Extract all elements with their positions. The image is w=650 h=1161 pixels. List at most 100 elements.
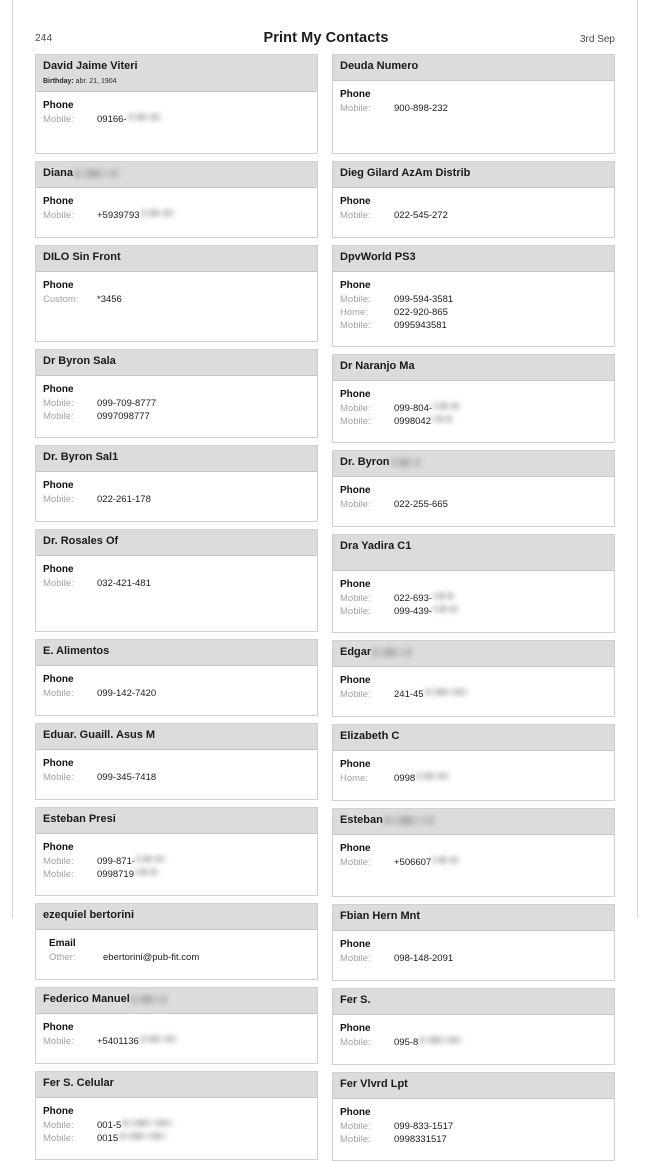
contact-card-header: Dr. Byron Sal1 [36, 446, 317, 472]
contact-card-header: Dr. Byron [333, 451, 614, 477]
contact-section-title: Phone [340, 485, 371, 496]
contact-section-title: Phone [340, 89, 371, 100]
contact-entry-value: 099-439- [394, 606, 433, 617]
contact-entry-value: 0998719 [97, 869, 134, 880]
contact-entry-value: 0997098777 [97, 411, 150, 422]
contact-name: Dr Byron Sala [43, 355, 116, 368]
redacted-value-text [127, 112, 162, 121]
contact-card[interactable]: Edgar Phone Mobile: 241-45 [332, 640, 615, 717]
contact-card[interactable]: ezequiel bertorini Email Other: ebertorini@… [35, 903, 318, 980]
contact-card-body: Phone Custom: *3456 [36, 272, 317, 341]
redacted-value-text [119, 1131, 168, 1140]
contact-entry-label: Mobile: [43, 578, 74, 589]
contact-card[interactable]: Dra Yadira C1 Phone Mobile: 022-693- Mobile:… [332, 534, 615, 633]
contact-card[interactable]: Dr. Byron Phone Mobile: 022-255-665 [332, 450, 615, 527]
contact-card-body: Phone Mobile: 099-871- Mobile: 0998719 [36, 834, 317, 895]
contact-card-header: E. Alimentos [36, 640, 317, 666]
contact-name: Eduar. Guaill. Asus M [43, 729, 156, 742]
redacted-value-text [134, 867, 159, 876]
contact-entry-label: Mobile: [340, 1134, 371, 1145]
birthday-label: Birthday: [43, 78, 76, 85]
contact-card-body: Phone Mobile: 09166- [36, 92, 317, 153]
contact-card[interactable]: Esteban Presi Phone Mobile: 099-871- Mobile:… [35, 807, 318, 896]
contact-section-title: Phone [340, 939, 371, 950]
contact-card[interactable]: Esteban Phone Mobile: +506607 [332, 808, 615, 897]
page-title: Print My Contacts [263, 30, 389, 46]
page-date: 3rd Sep [579, 34, 615, 45]
contact-entry: Mobile: 900-898-232 [340, 102, 607, 115]
redacted-value-text [424, 687, 469, 696]
contact-entry-value: 099-804- [394, 403, 433, 414]
contact-entry-value: 099-871- [97, 856, 136, 867]
contact-name: Deuda Numero [340, 60, 419, 73]
contact-entry-label: Mobile: [43, 869, 74, 880]
contact-card[interactable]: Dieg Gilard AzAm Distrib Phone Mobile: 022-… [332, 161, 615, 238]
contact-card-body: Phone Mobile: 241-45 [333, 667, 614, 716]
contact-card-body: Phone Mobile: 022-693- Mobile: 099-439- [333, 571, 614, 632]
redacted-name-text [383, 815, 434, 825]
contact-entry: Mobile: 099-833-1517 [340, 1120, 607, 1133]
contact-card[interactable]: David Jaime Viteri Birthday: abr. 21, 190… [35, 54, 318, 154]
contact-name: E. Alimentos [43, 645, 110, 658]
contact-entry-label: Mobile: [340, 403, 371, 414]
contact-card[interactable]: Dr. Byron Sal1 Phone Mobile: 022-261-178 [35, 445, 318, 522]
contact-name: Diana [43, 167, 73, 180]
contact-entry-label: Mobile: [340, 606, 371, 617]
redacted-name-text [130, 994, 167, 1004]
contact-entry: Mobile: +5939793 [43, 208, 310, 222]
contact-card[interactable]: Diana Phone Mobile: +5939793 [35, 161, 318, 238]
contact-entry: Custom: *3456 [43, 293, 310, 306]
redacted-value-text [431, 414, 454, 423]
contact-card-header: Edgar [333, 641, 614, 667]
contact-entry-label: Mobile: [43, 494, 74, 505]
contact-name: Fer Vlvrd Lpt [340, 1078, 408, 1091]
contact-entry: Mobile: 022-255-665 [340, 498, 607, 511]
contact-entry-value: 099-594-3581 [394, 294, 454, 305]
contact-card[interactable]: Elizabeth C Phone Home: 0998 [332, 724, 615, 801]
contact-entry-label: Mobile: [43, 411, 74, 422]
contact-name: Fbian Hern Mnt [340, 910, 421, 923]
contact-card-body: Phone Mobile: 099-345-7418 [36, 750, 317, 799]
contact-section-title: Phone [340, 759, 371, 770]
contact-card-body: Phone Home: 0998 [333, 751, 614, 800]
contact-card[interactable]: Fer S. Phone Mobile: 095-8 [332, 988, 615, 1065]
contact-card-body: Phone Mobile: 022-255-665 [333, 477, 614, 526]
contact-name: Fer S. Celular [43, 1077, 114, 1090]
contact-entry-label: Mobile: [43, 1120, 74, 1131]
contact-card[interactable]: E. Alimentos Phone Mobile: 099-142-7420 [35, 639, 318, 716]
contact-card-header: Federico Manuel [36, 988, 317, 1014]
contact-card[interactable]: DpvWorld PS3 Phone Mobile: 099-594-3581 Home… [332, 245, 615, 347]
contact-column: David Jaime Viteri Birthday: abr. 21, 190… [35, 54, 318, 1161]
contact-card[interactable]: Fer S. Celular Phone Mobile: 001-5 Mobile: 00… [35, 1071, 318, 1160]
contact-entry: Mobile: 099-142-7420 [43, 687, 310, 700]
contact-name: DILO Sin Front [43, 251, 121, 264]
contact-card[interactable]: Dr Naranjo Ma Phone Mobile: 099-804- Mobile:… [332, 354, 615, 443]
contact-entry-value: 09166- [97, 114, 127, 125]
contact-card[interactable]: Fbian Hern Mnt Phone Mobile: 098-148-2091 [332, 904, 615, 981]
contact-entry-value: +5939793 [97, 210, 140, 221]
contact-card[interactable]: DILO Sin Front Phone Custom: *3456 [35, 245, 318, 342]
contact-section-title: Phone [43, 1022, 74, 1033]
contact-columns: David Jaime Viteri Birthday: abr. 21, 190… [13, 54, 639, 1161]
contact-card[interactable]: Eduar. Guaill. Asus M Phone Mobile: 099-345… [35, 723, 318, 800]
contact-section-title: Phone [340, 1023, 371, 1034]
contact-card-body: Phone Mobile: 095-8 [333, 1015, 614, 1064]
contact-card[interactable]: Dr Byron Sala Phone Mobile: 099-709-8777 Mob… [35, 349, 318, 438]
contact-card-header: Elizabeth C [333, 725, 614, 751]
contact-card[interactable]: Deuda Numero Phone Mobile: 900-898-232 [332, 54, 615, 154]
contact-section-title: Phone [43, 564, 74, 575]
contact-entry-label: Mobile: [340, 953, 371, 964]
contact-card[interactable]: Fer Vlvrd Lpt Phone Mobile: 099-833-1517 Mob… [332, 1072, 615, 1161]
contact-card[interactable]: Federico Manuel Phone Mobile: +5401136 [35, 987, 318, 1064]
contact-card-header: Dieg Gilard AzAm Distrib [333, 162, 614, 188]
contact-entry: Mobile: 098-148-2091 [340, 952, 607, 965]
contact-section-title: Phone [43, 1106, 74, 1117]
contact-name: Esteban [340, 814, 383, 827]
contact-section-title: Phone [43, 758, 74, 769]
contact-entry-label: Mobile: [43, 1036, 74, 1047]
contact-entry: Home: 022-920-865 [340, 306, 607, 319]
contact-entry-label: Mobile: [43, 688, 74, 699]
contact-card-body: Phone Mobile: 099-594-3581 Home: 022-920-865… [333, 272, 614, 346]
contact-entry-label: Other: [49, 952, 76, 963]
contact-card[interactable]: Dr. Rosales Of Phone Mobile: 032-421-481 [35, 529, 318, 632]
